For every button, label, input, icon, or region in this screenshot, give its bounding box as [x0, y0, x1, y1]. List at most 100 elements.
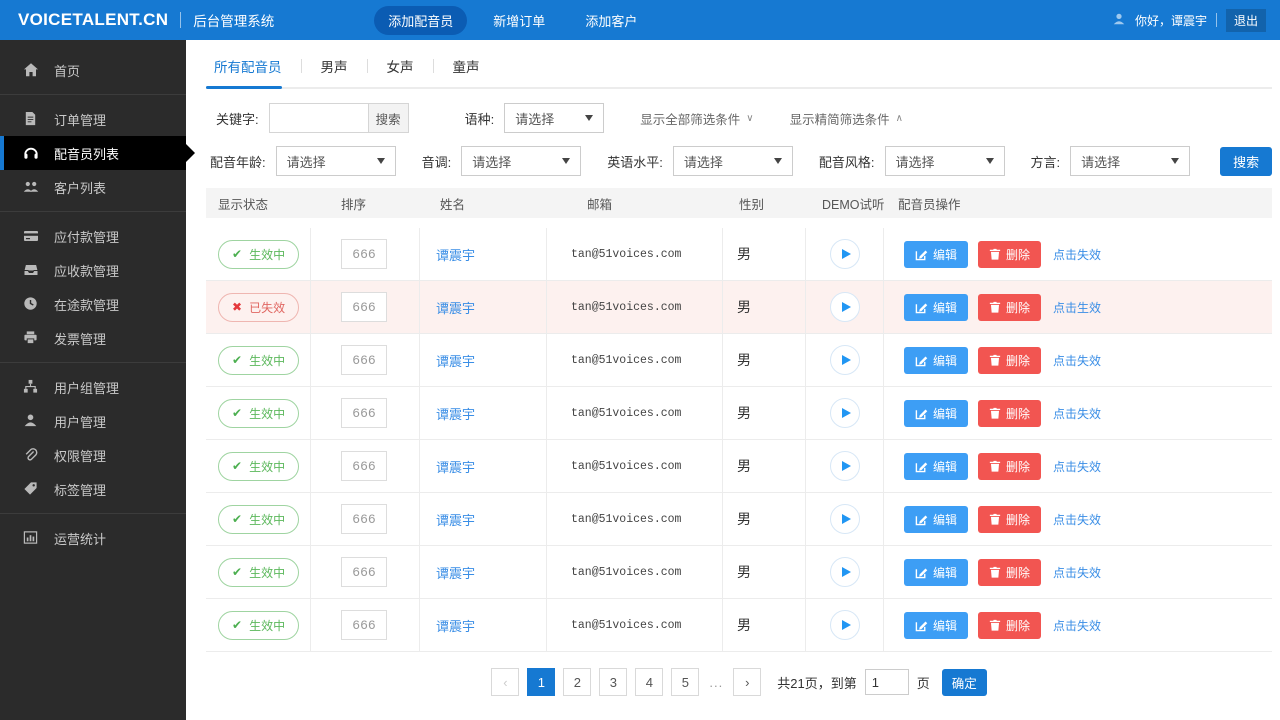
- sidebar-item-operation-statistics[interactable]: 运营统计: [0, 521, 186, 555]
- dialect-select[interactable]: 请选择: [1070, 146, 1191, 176]
- sort-input[interactable]: [341, 451, 387, 481]
- voice-actor-name-link[interactable]: 谭震宇: [436, 351, 475, 370]
- page-button-3[interactable]: 3: [599, 668, 628, 696]
- demo-play-button[interactable]: [829, 398, 860, 428]
- toggle-status-link[interactable]: 点击失效: [1053, 617, 1101, 634]
- tab-child-voice[interactable]: 童声: [453, 56, 480, 76]
- page-button-4[interactable]: 4: [635, 668, 664, 696]
- demo-play-button[interactable]: [829, 557, 860, 587]
- tab-divider: [432, 59, 434, 73]
- voice-actor-name-link[interactable]: 谭震宇: [436, 298, 475, 317]
- next-page-button[interactable]: ›: [733, 668, 762, 696]
- demo-play-button[interactable]: [829, 610, 860, 640]
- voice-actor-name-link[interactable]: 谭震宇: [436, 563, 475, 582]
- sort-input[interactable]: [341, 239, 387, 269]
- edit-button[interactable]: 编辑: [904, 505, 969, 533]
- sort-input[interactable]: [341, 345, 387, 375]
- edit-button[interactable]: 编辑: [904, 346, 969, 374]
- english-level-select[interactable]: 请选择: [672, 146, 793, 176]
- sidebar-item-tag-management[interactable]: 标签管理: [0, 472, 186, 506]
- toggle-status-link[interactable]: 点击失效: [1053, 511, 1101, 528]
- sidebar-item-invoice-management[interactable]: 发票管理: [0, 321, 186, 355]
- toggle-status-link[interactable]: 点击失效: [1053, 246, 1101, 263]
- demo-play-button[interactable]: [829, 504, 860, 534]
- demo-play-button[interactable]: [829, 345, 860, 375]
- sidebar-item-in-transit-funds-management[interactable]: 在途款管理: [0, 287, 186, 321]
- tone-select[interactable]: 请选择: [461, 146, 582, 176]
- demo-play-button[interactable]: [829, 292, 860, 322]
- filter-search-button[interactable]: 搜索: [1220, 146, 1273, 176]
- sort-input[interactable]: [341, 557, 387, 587]
- edit-button[interactable]: 编辑: [904, 452, 969, 480]
- dropdown-arrow-icon: [562, 158, 571, 164]
- sidebar-item-customer-list[interactable]: 客户列表: [0, 170, 186, 204]
- show-simple-filters-toggle[interactable]: 显示精简筛选条件 ∧: [790, 109, 903, 128]
- voice-age-select[interactable]: 请选择: [275, 146, 396, 176]
- toggle-status-link[interactable]: 点击生效: [1053, 299, 1101, 316]
- delete-button[interactable]: 删除: [978, 558, 1042, 586]
- sidebar-item-user-group-management[interactable]: 用户组管理: [0, 370, 186, 404]
- delete-button[interactable]: 删除: [978, 611, 1042, 639]
- topnav-add-order[interactable]: 新增订单: [479, 6, 559, 35]
- sort-input[interactable]: [341, 504, 387, 534]
- edit-button[interactable]: 编辑: [904, 293, 969, 321]
- sidebar-item-payables-management[interactable]: 应付款管理: [0, 219, 186, 253]
- logout-button[interactable]: 退出: [1225, 8, 1266, 32]
- sort-input[interactable]: [341, 292, 387, 322]
- actions-cell: 编辑 删除 点击失效: [884, 387, 1272, 439]
- brand-logo[interactable]: VOICETALENT.CN: [18, 10, 168, 30]
- sidebar-group: 应付款管理 应收款管理 在途款管理 发票管理: [0, 212, 186, 363]
- language-select[interactable]: 请选择: [504, 103, 605, 133]
- toggle-status-link[interactable]: 点击失效: [1053, 458, 1101, 475]
- delete-button[interactable]: 删除: [978, 452, 1042, 480]
- gender-cell: 男: [723, 599, 806, 651]
- sort-input[interactable]: [341, 610, 387, 640]
- tab-divider: [366, 59, 368, 73]
- toggle-status-link[interactable]: 点击失效: [1053, 352, 1101, 369]
- delete-button[interactable]: 删除: [978, 240, 1042, 268]
- delete-button[interactable]: 删除: [978, 505, 1042, 533]
- demo-play-button[interactable]: [829, 239, 860, 269]
- email-text: tan@51voices.com: [571, 618, 682, 632]
- goto-page-input[interactable]: [864, 669, 909, 695]
- toggle-status-link[interactable]: 点击失效: [1053, 564, 1101, 581]
- page-button-2[interactable]: 2: [563, 668, 592, 696]
- active-tab-indicator: [206, 86, 282, 89]
- goto-confirm-button[interactable]: 确定: [941, 668, 987, 696]
- sidebar-item-order-management[interactable]: 订单管理: [0, 102, 186, 136]
- demo-cell: [806, 281, 884, 333]
- topnav-add-customer[interactable]: 添加客户: [571, 6, 651, 35]
- edit-button[interactable]: 编辑: [904, 611, 969, 639]
- sort-input[interactable]: [341, 398, 387, 428]
- delete-button[interactable]: 删除: [978, 293, 1042, 321]
- voice-actor-name-link[interactable]: 谭震宇: [436, 616, 475, 635]
- sidebar-item-voice-actor-list[interactable]: 配音员列表: [0, 136, 195, 170]
- delete-button[interactable]: 删除: [978, 399, 1042, 427]
- topnav-add-voice-actor[interactable]: 添加配音员: [374, 5, 468, 35]
- tab-all-voice-actors[interactable]: 所有配音员: [214, 56, 282, 76]
- page-button-5[interactable]: 5: [671, 668, 700, 696]
- sidebar-item-receivables-management[interactable]: 应收款管理: [0, 253, 186, 287]
- voice-actor-name-link[interactable]: 谭震宇: [436, 510, 475, 529]
- email-text: tan@51voices.com: [571, 459, 682, 473]
- tab-male-voice[interactable]: 男声: [321, 56, 348, 76]
- demo-play-button[interactable]: [829, 451, 860, 481]
- edit-button[interactable]: 编辑: [904, 558, 969, 586]
- edit-button[interactable]: 编辑: [904, 240, 969, 268]
- sidebar-item-home[interactable]: 首页: [0, 53, 186, 87]
- sidebar-item-user-management[interactable]: 用户管理: [0, 404, 186, 438]
- keyword-search-button[interactable]: 搜索: [368, 103, 409, 133]
- page-button-1[interactable]: 1: [527, 668, 556, 696]
- tab-female-voice[interactable]: 女声: [387, 56, 414, 76]
- keyword-input[interactable]: [268, 103, 369, 133]
- voice-actor-name-link[interactable]: 谭震宇: [436, 457, 475, 476]
- voice-style-select[interactable]: 请选择: [884, 146, 1005, 176]
- toggle-status-link[interactable]: 点击失效: [1053, 405, 1101, 422]
- voice-actor-name-link[interactable]: 谭震宇: [436, 404, 475, 423]
- show-all-filters-toggle[interactable]: 显示全部筛选条件 ∨: [640, 109, 753, 128]
- delete-button[interactable]: 删除: [978, 346, 1042, 374]
- sidebar-item-permission-management[interactable]: 权限管理: [0, 438, 186, 472]
- edit-button[interactable]: 编辑: [904, 399, 969, 427]
- prev-page-button[interactable]: ‹: [491, 668, 520, 696]
- voice-actor-name-link[interactable]: 谭震宇: [436, 245, 475, 264]
